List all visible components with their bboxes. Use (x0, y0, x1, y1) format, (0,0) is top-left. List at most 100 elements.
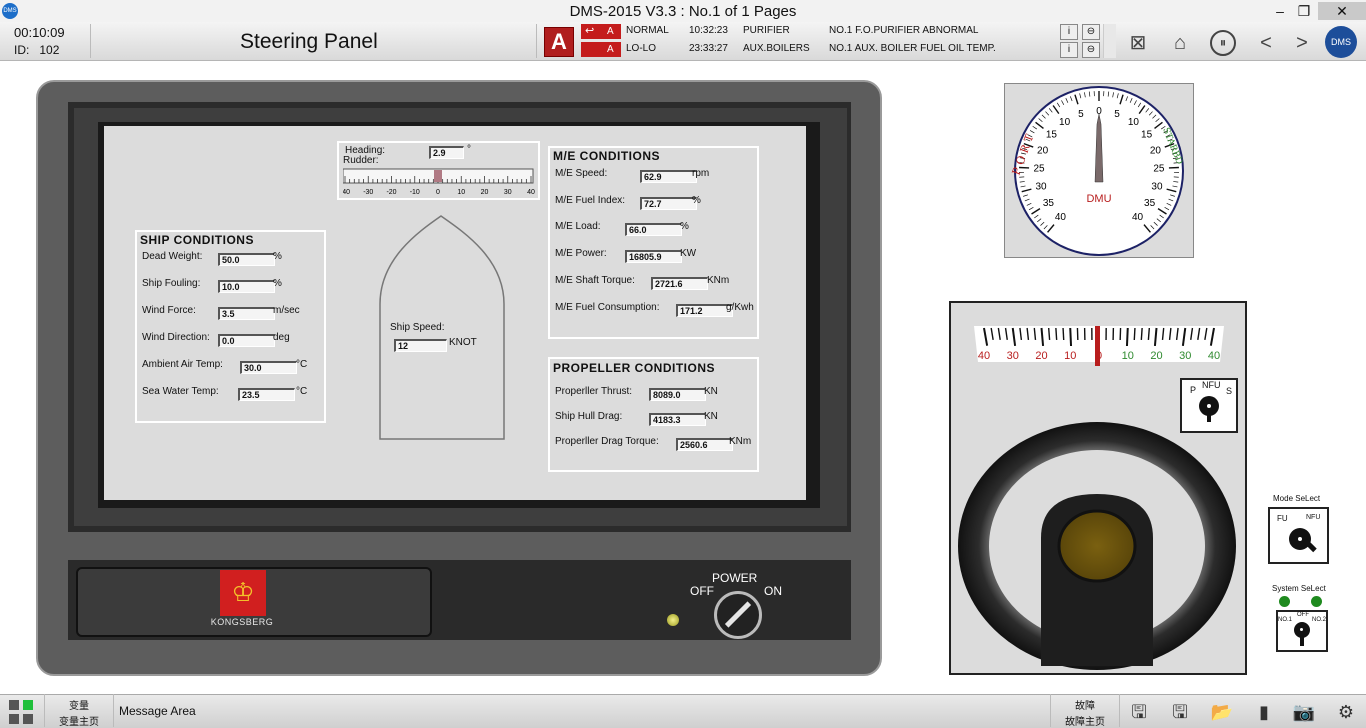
gauge-label: 40 (1132, 212, 1144, 223)
next-icon[interactable]: > (1288, 30, 1316, 56)
rudder-tick-label: -10 (410, 189, 420, 196)
mode-select-switch[interactable]: FU NFU (1268, 507, 1329, 564)
helm-tick (1127, 328, 1128, 346)
logo: DMS (1325, 26, 1357, 58)
save-icon[interactable]: 🖫 (1126, 700, 1152, 724)
alarm-info-button[interactable]: i (1060, 42, 1078, 58)
helm-angle-scale: 40302010010203040 (968, 322, 1230, 370)
variable-tab-bottom: 变量主页 (45, 713, 113, 728)
no2-led (1311, 596, 1322, 607)
alarm-row[interactable]: A LO-LO 23:33:27 AUX.BOILERS NO.1 AUX. B… (581, 42, 1103, 57)
id-value: 102 (39, 43, 59, 57)
alarm-time: 10:32:23 (689, 25, 728, 36)
system-select-switch[interactable]: OFF NO.1 NO.2 (1276, 610, 1328, 652)
brand-label: KONGSBERG (200, 617, 284, 627)
system-knob (1294, 622, 1310, 638)
prev-icon[interactable]: < (1252, 30, 1280, 56)
power-label: POWER (712, 571, 757, 585)
grid-icon[interactable] (9, 700, 19, 710)
close-button[interactable]: ✕ (1318, 2, 1366, 20)
propeller-condition-unit: KN (704, 386, 718, 397)
gauge-label: 15 (1046, 129, 1058, 140)
gauge-label: 20 (1037, 145, 1049, 156)
off-label: OFF (1297, 612, 1309, 618)
mute-icon[interactable]: ⊠ (1124, 30, 1152, 56)
rudder-scale: -40-30-20-10010203040 (343, 167, 536, 199)
ship-condition-value: 3.5 (218, 307, 275, 320)
gauge-label: 40 (1055, 212, 1067, 223)
open-folder-icon[interactable]: 📂 (1209, 700, 1235, 724)
s-label: S (1226, 386, 1232, 396)
alarm-ack-button[interactable]: ⊖ (1082, 42, 1100, 58)
ship-condition-label: Sea Water Temp: (142, 386, 219, 397)
fault-tab[interactable]: 故障 故障主页 (1050, 694, 1120, 727)
alarm-badge: ↩A (581, 24, 621, 39)
ship-condition-unit: m/sec (273, 305, 300, 316)
ship-condition-label: Dead Weight: (142, 251, 202, 262)
alarm-scrollbar[interactable] (1103, 24, 1116, 58)
fault-tab-bottom: 故障主页 (1051, 713, 1119, 728)
helm-scale-label: 10 (1064, 350, 1076, 362)
home-icon[interactable]: ⌂ (1166, 30, 1194, 56)
helm-tick (1049, 328, 1050, 340)
ship-condition-value: 50.0 (218, 253, 275, 266)
rudder-gauge-dial: 0551010151520202525303035354040 P O R T … (1005, 84, 1193, 257)
ship-condition-unit: % (273, 278, 282, 289)
ship-condition-label: Wind Direction: (142, 332, 210, 343)
gauge-label: 10 (1128, 117, 1140, 128)
gauge-label: 5 (1114, 109, 1120, 120)
me-condition-value: 16805.9 (625, 250, 682, 263)
ship-condition-label: Ambient Air Temp: (142, 359, 223, 370)
rudder-tick-label: -40 (343, 189, 350, 196)
message-area: Message Area (119, 704, 196, 718)
helm-scale-label: 40 (978, 350, 990, 362)
alarm-row[interactable]: ↩A NORMAL 10:32:23 PURIFIER NO.1 F.O.PUR… (581, 24, 1103, 39)
me-condition-label: M/E Speed: (555, 168, 607, 179)
helm-scale-label: 40 (1208, 350, 1220, 362)
alarm-state: NORMAL (626, 25, 669, 36)
ship-condition-value: 0.0 (218, 334, 275, 347)
save-as-icon[interactable]: 🖫 (1167, 700, 1193, 724)
alarm-ack-button[interactable]: ⊖ (1082, 24, 1100, 40)
alarm-acknowledge-button[interactable]: A (544, 27, 574, 57)
variable-tab[interactable]: 变量 变量主页 (44, 694, 114, 727)
ship-condition-unit: deg (273, 332, 290, 343)
grid-icon[interactable] (9, 714, 19, 724)
mode-knob (1289, 528, 1311, 550)
alarm-text: NO.1 AUX. BOILER FUEL OIL TEMP. (829, 43, 996, 54)
alarm-info-button[interactable]: i (1060, 24, 1078, 40)
propeller-condition-value: 4183.3 (649, 413, 706, 426)
alarm-time: 23:33:27 (689, 43, 728, 54)
ship-condition-label: Ship Fouling: (142, 278, 200, 289)
minimize-button[interactable]: – (1268, 2, 1292, 20)
camera-icon[interactable]: 📷 (1291, 700, 1317, 724)
propeller-condition-unit: KNm (729, 436, 751, 447)
station-id: ID: 102 (14, 43, 59, 57)
system-select-title: System SeLect (1272, 584, 1326, 593)
p-label: P (1190, 385, 1196, 395)
mode-select-title: Mode SeLect (1273, 494, 1320, 503)
brush-icon[interactable]: ▮ (1251, 700, 1277, 724)
ship-condition-value: 23.5 (238, 388, 295, 401)
alarm-text: NO.1 F.O.PURIFIER ABNORMAL (829, 25, 978, 36)
maximize-button[interactable]: ❐ (1292, 2, 1316, 20)
power-led (667, 614, 679, 626)
clock: 00:10:09 (14, 25, 65, 40)
rudder-tick-label: 10 (457, 189, 465, 196)
ship-speed-label: Ship Speed: (390, 322, 445, 333)
helm-tick (1134, 328, 1135, 340)
ship-conditions-title: SHIP CONDITIONS (140, 233, 254, 247)
propeller-condition-label: Properller Thrust: (555, 386, 632, 397)
grid-icon[interactable] (23, 714, 33, 724)
me-condition-label: M/E Fuel Consumption: (555, 302, 660, 313)
bottom-bar (0, 694, 1366, 728)
rudder-tick-label: 40 (527, 189, 535, 196)
settings-icon[interactable]: ⚙ (1333, 700, 1359, 724)
pause-icon[interactable]: ⏸ (1210, 30, 1236, 56)
propeller-conditions-title: PROPELLER CONDITIONS (553, 361, 715, 375)
steering-wheel[interactable] (955, 410, 1239, 672)
grid-icon[interactable] (23, 700, 33, 710)
gauge-label: 30 (1035, 182, 1047, 193)
power-switch[interactable] (714, 591, 762, 639)
variable-tab-top: 变量 (45, 697, 113, 712)
